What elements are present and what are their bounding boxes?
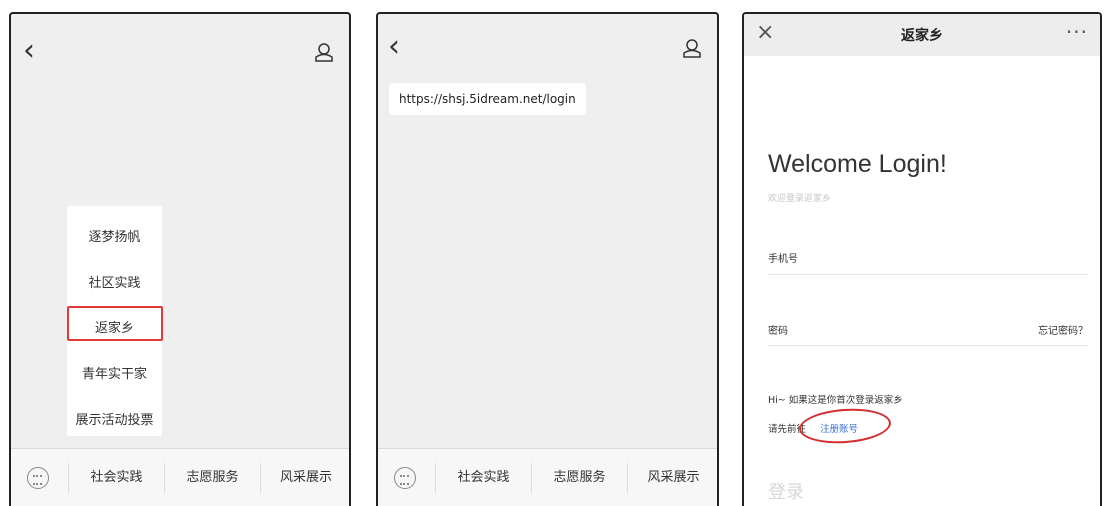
phone-underline [768, 274, 1088, 275]
register-highlight-circle [797, 405, 893, 447]
welcome-subtitle: 欢迎登录返家乡 [768, 194, 832, 204]
more-icon[interactable]: ··· [1066, 20, 1088, 44]
phone-screen-menu: ‹ 逐梦扬帆 社区实践 返家乡 青年实干家 展示活动投票 社会实践 志愿服务 风… [9, 12, 351, 506]
back-icon[interactable]: ‹ [388, 32, 400, 62]
page-title: 返家乡 [901, 28, 943, 44]
login-button[interactable]: 登录 [768, 478, 804, 504]
nav-shehui[interactable]: 社会实践 [69, 449, 164, 506]
webview-header: × 返家乡 ··· [744, 14, 1100, 56]
welcome-heading: Welcome Login! [768, 150, 947, 178]
popup-menu: 逐梦扬帆 社区实践 返家乡 青年实干家 展示活动投票 [67, 206, 163, 436]
menu-item-shequ[interactable]: 社区实践 [67, 272, 162, 291]
keyboard-icon[interactable] [27, 467, 49, 489]
user-icon[interactable] [314, 42, 334, 62]
nav-shehui[interactable]: 社会实践 [436, 449, 531, 506]
bottom-nav: 社会实践 志愿服务 风采展示 [11, 448, 349, 506]
keyboard-icon[interactable] [394, 467, 416, 489]
password-underline [768, 345, 1088, 346]
first-login-hint: Hi~ 如果这是你首次登录返家乡 [768, 395, 903, 406]
password-field[interactable]: 密码 [768, 322, 788, 337]
nav-zhiyuan[interactable]: 志愿服务 [532, 449, 627, 506]
phone-screen-url: ‹ https://shsj.5idream.net/login 社会实践 志愿… [376, 12, 719, 506]
nav-zhiyuan[interactable]: 志愿服务 [165, 449, 260, 506]
user-icon[interactable] [682, 38, 702, 58]
back-icon[interactable]: ‹ [23, 36, 35, 66]
nav-fengcai[interactable]: 风采展示 [628, 449, 717, 506]
forgot-password-link[interactable]: 忘记密码？ [1038, 322, 1088, 337]
url-message[interactable]: https://shsj.5idream.net/login [389, 83, 586, 115]
phone-screen-login: × 返家乡 ··· Welcome Login! 欢迎登录返家乡 手机号 密码 … [742, 12, 1102, 506]
highlight-box [67, 306, 163, 341]
menu-item-zhumeng[interactable]: 逐梦扬帆 [67, 226, 162, 245]
phone-field[interactable]: 手机号 [768, 250, 798, 265]
bottom-nav: 社会实践 志愿服务 风采展示 [378, 448, 717, 506]
menu-item-qingnian[interactable]: 青年实干家 [67, 363, 162, 382]
nav-fengcai[interactable]: 风采展示 [261, 449, 349, 506]
menu-item-toupiao[interactable]: 展示活动投票 [67, 409, 162, 428]
